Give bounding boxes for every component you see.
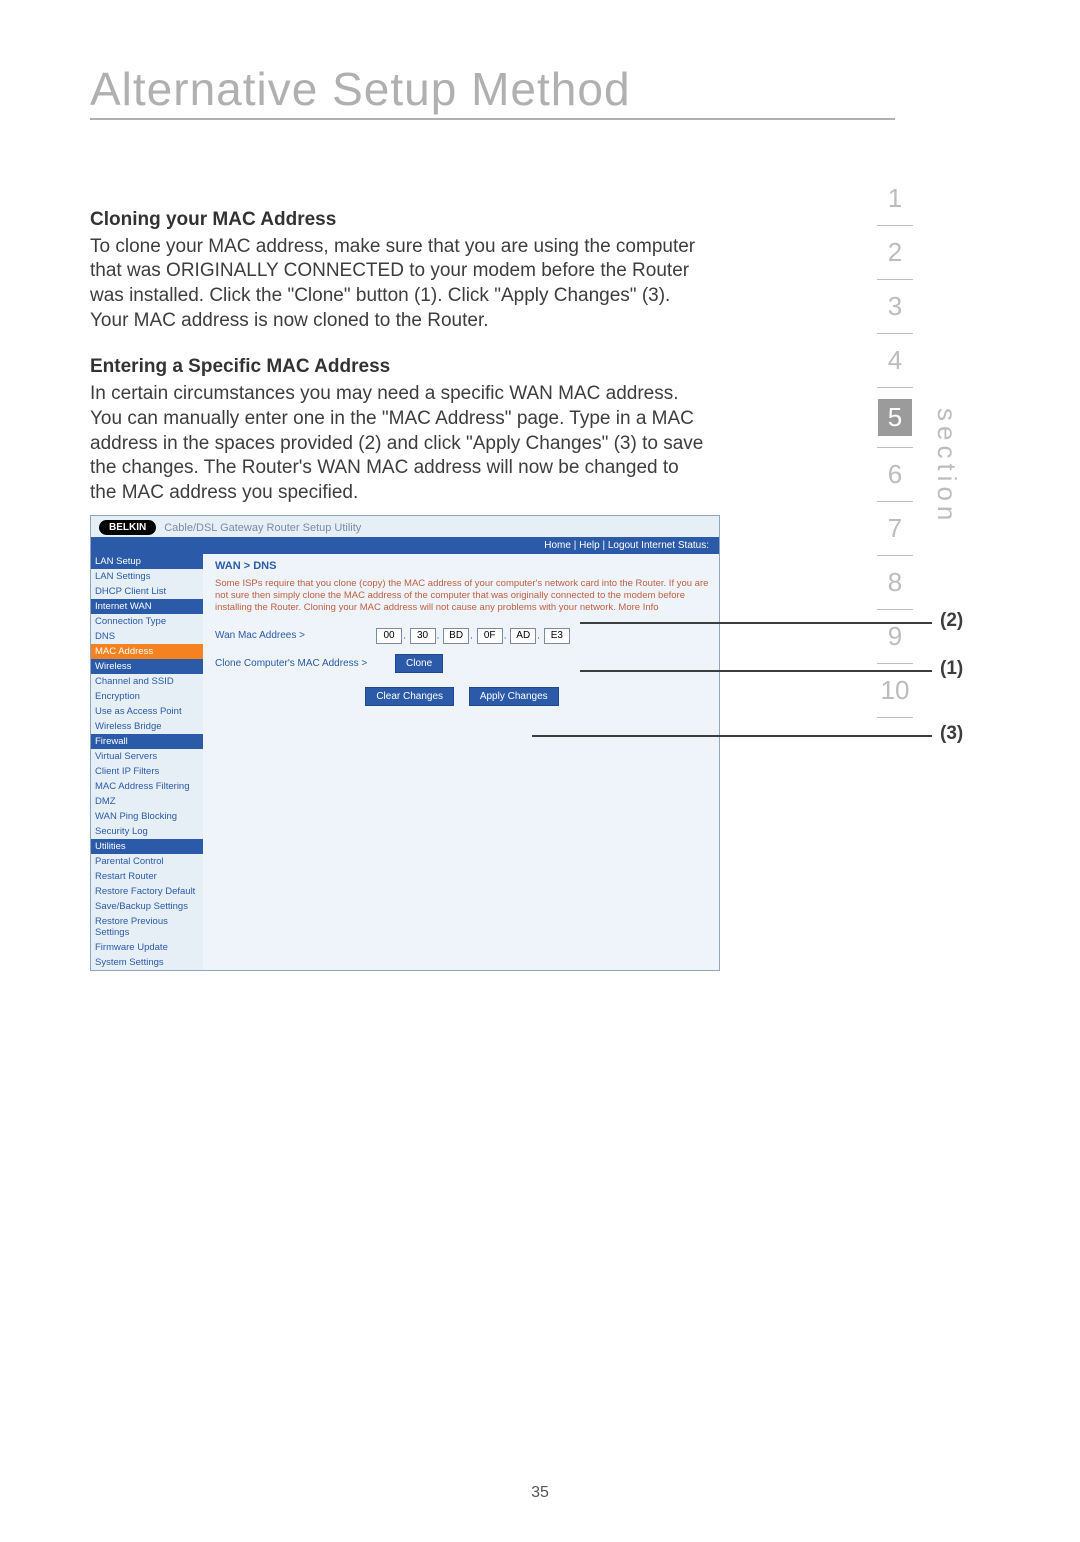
wan-mac-label: Wan Mac Addrees > <box>215 630 375 641</box>
section-label: section <box>931 408 962 525</box>
description-text: Some ISPs require that you clone (copy) … <box>215 578 709 614</box>
top-links-bar[interactable]: Home | Help | Logout Internet Status: <box>91 537 719 554</box>
callout-2: (2) <box>940 610 963 632</box>
sidebar-item-channel[interactable]: Channel and SSID <box>91 674 203 689</box>
sidebar-item-lan-settings[interactable]: LAN Settings <box>91 569 203 584</box>
sidebar-item-restore-prev[interactable]: Restore Previous Settings <box>91 914 203 940</box>
sidebar-cat-wan: Internet WAN <box>91 599 203 614</box>
callout-line-1 <box>580 670 932 672</box>
sidebar-cat-utilities: Utilities <box>91 839 203 854</box>
router-ui-screenshot: BELKIN Cable/DSL Gateway Router Setup Ut… <box>90 515 720 971</box>
sidebar-item-dns[interactable]: DNS <box>91 629 203 644</box>
sidebar-item-firmware[interactable]: Firmware Update <box>91 940 203 955</box>
callout-line-2 <box>580 622 932 624</box>
sidebar-item-conn-type[interactable]: Connection Type <box>91 614 203 629</box>
sidebar-cat-wireless: Wireless <box>91 659 203 674</box>
sidebar-item-ping[interactable]: WAN Ping Blocking <box>91 809 203 824</box>
breadcrumb: WAN > DNS <box>215 560 709 572</box>
mac-octet-4[interactable] <box>477 628 503 644</box>
main-panel: WAN > DNS Some ISPs require that you clo… <box>203 554 719 970</box>
mac-address-inputs: . . . . . <box>375 628 571 644</box>
sidebar-item-encryption[interactable]: Encryption <box>91 689 203 704</box>
clone-label: Clone Computer's MAC Address > <box>215 658 395 669</box>
sidebar-item-bridge[interactable]: Wireless Bridge <box>91 719 203 734</box>
body-column: Cloning your MAC Address To clone your M… <box>90 208 710 528</box>
clone-button[interactable]: Clone <box>395 654 443 673</box>
sidebar-item-dmz[interactable]: DMZ <box>91 794 203 809</box>
nav-3[interactable]: 3 <box>872 280 918 333</box>
product-name: Cable/DSL Gateway Router Setup Utility <box>164 522 361 534</box>
mac-octet-2[interactable] <box>410 628 436 644</box>
nav-8[interactable]: 8 <box>872 556 918 609</box>
nav-7[interactable]: 7 <box>872 502 918 555</box>
nav-4[interactable]: 4 <box>872 334 918 387</box>
clear-changes-button[interactable]: Clear Changes <box>365 687 454 706</box>
sidebar-item-restart[interactable]: Restart Router <box>91 869 203 884</box>
mac-octet-1[interactable] <box>376 628 402 644</box>
paragraph-cloning: To clone your MAC address, make sure tha… <box>90 235 710 334</box>
heading-cloning: Cloning your MAC Address <box>90 208 710 233</box>
section-nav: 1 2 3 4 5 6 7 8 9 10 <box>872 172 918 718</box>
nav-5-active[interactable]: 5 <box>872 388 918 447</box>
sidebar-cat-firewall: Firewall <box>91 734 203 749</box>
callout-1: (1) <box>940 658 963 680</box>
nav-10[interactable]: 10 <box>872 664 918 717</box>
sidebar-item-mac-address[interactable]: MAC Address <box>91 644 203 659</box>
nav-9[interactable]: 9 <box>872 610 918 663</box>
sidebar-item-restore-default[interactable]: Restore Factory Default <box>91 884 203 899</box>
page-title: Alternative Setup Method <box>90 62 631 116</box>
sidebar-item-backup[interactable]: Save/Backup Settings <box>91 899 203 914</box>
sidebar: LAN Setup LAN Settings DHCP Client List … <box>91 554 203 970</box>
nav-1[interactable]: 1 <box>872 172 918 225</box>
mac-octet-5[interactable] <box>510 628 536 644</box>
apply-changes-button[interactable]: Apply Changes <box>469 687 559 706</box>
sidebar-item-seclog[interactable]: Security Log <box>91 824 203 839</box>
belkin-logo: BELKIN <box>99 520 156 535</box>
sidebar-item-dhcp[interactable]: DHCP Client List <box>91 584 203 599</box>
sidebar-item-macfilter[interactable]: MAC Address Filtering <box>91 779 203 794</box>
sidebar-item-vservers[interactable]: Virtual Servers <box>91 749 203 764</box>
mac-octet-6[interactable] <box>544 628 570 644</box>
sidebar-item-ipfilters[interactable]: Client IP Filters <box>91 764 203 779</box>
mac-octet-3[interactable] <box>443 628 469 644</box>
sidebar-item-ap[interactable]: Use as Access Point <box>91 704 203 719</box>
callout-3: (3) <box>940 723 963 745</box>
nav-6[interactable]: 6 <box>872 448 918 501</box>
title-rule <box>90 118 895 120</box>
sidebar-item-system[interactable]: System Settings <box>91 955 203 970</box>
nav-2[interactable]: 2 <box>872 226 918 279</box>
sidebar-cat-lan: LAN Setup <box>91 554 203 569</box>
callout-line-3 <box>532 735 932 737</box>
sidebar-item-parental[interactable]: Parental Control <box>91 854 203 869</box>
page-number: 35 <box>0 1484 1080 1502</box>
heading-entering: Entering a Specific MAC Address <box>90 355 710 380</box>
paragraph-entering: In certain circumstances you may need a … <box>90 382 710 505</box>
